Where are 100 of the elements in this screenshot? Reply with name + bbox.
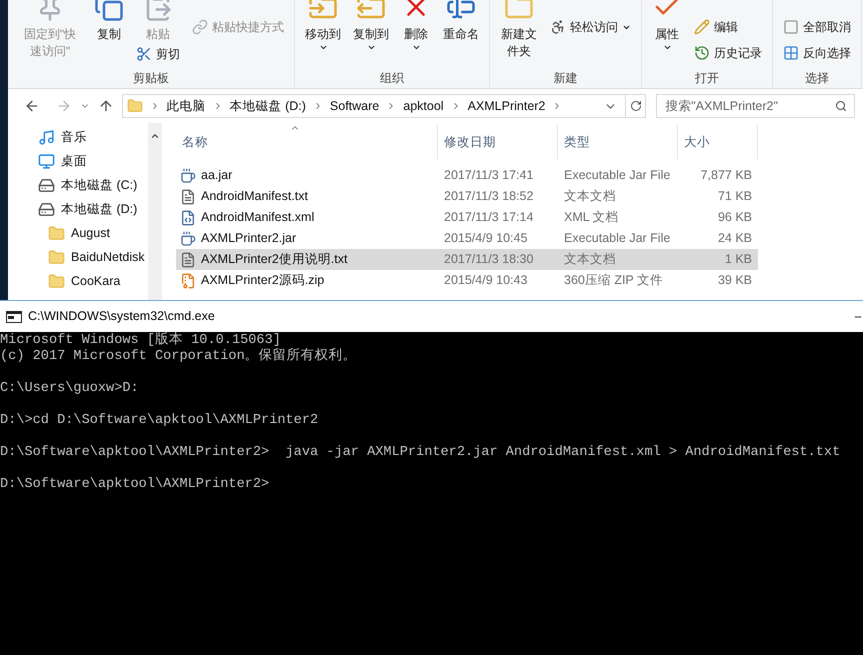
- table-cell-text: 文本文档: [563, 188, 617, 206]
- table-cell-text: 39 KB: [716, 272, 753, 290]
- up-icon[interactable]: [98, 98, 114, 114]
- nav-item[interactable]: 桌面: [8, 149, 148, 173]
- xml-file-icon: [180, 210, 196, 226]
- ribbon-button[interactable]: 历史记录: [690, 42, 766, 64]
- ribbon-button[interactable]: 反向选择: [779, 42, 855, 64]
- ribbon-button[interactable]: 删除: [397, 0, 435, 52]
- pencil-icon: [694, 19, 710, 35]
- folder-icon: [48, 248, 65, 266]
- monitor-icon: [38, 152, 55, 170]
- group-label: 新建: [554, 70, 578, 87]
- table-cell-text: 2017/11/3 18:52: [443, 188, 534, 206]
- ribbon-button[interactable]: 复制到: [349, 0, 393, 52]
- group-label: 打开: [695, 70, 719, 87]
- text-file-icon: [180, 252, 196, 268]
- ribbon-button[interactable]: 新建文件夹: [496, 0, 542, 60]
- file-row[interactable]: AXMLPrinter2源码.zip 2015/4/9 10:43 360压缩 ZIP 文件 39 KB: [176, 270, 758, 291]
- table-cell-text: 2017/11/3 17:14: [443, 209, 534, 226]
- table-cell-text: Executable Jar File: [563, 167, 672, 184]
- breadcrumb[interactable]: Software: [330, 96, 380, 116]
- ribbon-button[interactable]: 剪切: [132, 43, 184, 65]
- ribbon-button[interactable]: 轻松访问: [546, 16, 635, 38]
- accessibility-icon: [550, 19, 566, 35]
- folder-icon: [48, 224, 65, 242]
- file-row[interactable]: AndroidManifest.txt 2017/11/3 18:52 文本文档 71 KB: [176, 186, 758, 207]
- breadcrumb[interactable]: AXMLPrinter2: [468, 96, 546, 116]
- table-cell-text: 2015/4/9 10:45: [443, 230, 528, 248]
- nav-item[interactable]: CooKara: [8, 269, 148, 293]
- breadcrumb[interactable]: 此电脑: [166, 96, 206, 116]
- table-cell-text: XML 文档: [563, 209, 620, 226]
- console-line: Microsoft Windows [版本 10.0.15063]: [0, 333, 281, 348]
- table-cell-text: 360压缩 ZIP 文件: [563, 272, 664, 290]
- group-label: 剪贴板: [133, 70, 169, 87]
- ribbon-button[interactable]: 重命名: [439, 0, 483, 43]
- table-cell-text: 1 KB: [724, 251, 753, 268]
- jar-file-icon: [180, 168, 196, 184]
- console-line: D:\>cd D:\Software\apktool\AXMLPrinter2: [0, 413, 318, 429]
- archive-icon: [180, 272, 196, 288]
- history-icon: [694, 45, 710, 61]
- grid-icon: [783, 45, 799, 61]
- console-line: C:\Users\guoxw>D:: [0, 381, 139, 397]
- folder-icon: [48, 272, 65, 290]
- table-cell-text: 24 KB: [716, 230, 753, 248]
- select-none-icon: [783, 19, 799, 35]
- jar-file-icon: [180, 230, 196, 246]
- drive-icon: [38, 200, 55, 218]
- copy-icon: [94, 0, 124, 22]
- ribbon-button[interactable]: 编辑: [690, 16, 766, 38]
- nav-item[interactable]: BaiduNetdisk: [8, 245, 148, 269]
- file-row[interactable]: AXMLPrinter2.jar 2015/4/9 10:45 Executable Jar File 24 KB: [176, 228, 758, 249]
- nav-item[interactable]: August: [8, 221, 148, 245]
- file-name: aa.jar: [201, 167, 232, 184]
- file-name: AXMLPrinter2源码.zip: [201, 272, 324, 290]
- table-cell-text: 71 KB: [716, 188, 753, 206]
- column-header[interactable]: 类型: [558, 125, 678, 159]
- console-icon: [6, 310, 22, 322]
- back-icon[interactable]: [24, 98, 40, 114]
- table-cell-text: 2015/4/9 10:43: [443, 272, 528, 290]
- console-line: (c) 2017 Microsoft Corporation。保留所有权利。: [0, 349, 357, 365]
- address-bar[interactable]: 此电脑 本地磁盘 (D:) Software apktool AXMLPrinter2: [122, 94, 646, 118]
- search-icon: [834, 100, 847, 112]
- table-cell-text: 96 KB: [716, 209, 753, 226]
- table-cell-text: 7,877 KB: [700, 167, 753, 184]
- ribbon-button[interactable]: 属性: [648, 0, 686, 52]
- column-header[interactable]: 修改日期: [438, 125, 558, 159]
- column-header[interactable]: 大小: [678, 125, 758, 159]
- console-line: D:\Software\apktool\AXMLPrinter2> java -jar AXMLPrinter2.jar AndroidManifest.xml > AndroidManifest.txt: [0, 445, 840, 461]
- column-header[interactable]: 名称: [176, 125, 438, 159]
- nav-item[interactable]: 本地磁盘 (D:): [8, 197, 148, 221]
- nav-item[interactable]: 音乐: [8, 125, 148, 149]
- table-cell-text: 2017/11/3 17:41: [443, 167, 534, 184]
- group-label: 选择: [805, 70, 829, 87]
- file-row[interactable]: AndroidManifest.xml 2017/11/3 17:14 XML 文档 96 KB: [176, 207, 758, 228]
- folder-icon: [126, 98, 143, 114]
- ribbon-button[interactable]: 全部取消: [779, 16, 855, 38]
- scrollbar[interactable]: [148, 123, 162, 300]
- file-name: AndroidManifest.txt: [201, 188, 308, 206]
- group-label: 组织: [380, 70, 404, 87]
- file-name: AXMLPrinter2使用说明.txt: [201, 251, 348, 268]
- music-note-icon: [38, 128, 55, 146]
- drive-icon: [38, 176, 55, 194]
- breadcrumb[interactable]: apktool: [403, 96, 444, 116]
- file-row[interactable]: aa.jar 2017/11/3 17:41 Executable Jar File 7,877 KB: [176, 165, 758, 186]
- file-name: AndroidManifest.xml: [201, 209, 314, 226]
- file-row[interactable]: AXMLPrinter2使用说明.txt 2017/11/3 18:30 文本文档 1 KB: [176, 249, 758, 270]
- ribbon-button[interactable]: 复制: [90, 0, 128, 43]
- nav-item[interactable]: 本地磁盘 (C:): [8, 173, 148, 197]
- ribbon-button[interactable]: 移动到: [301, 0, 345, 52]
- scissors-icon: [136, 46, 152, 62]
- table-cell-text: Executable Jar File: [563, 230, 672, 248]
- search-field[interactable]: 搜索"AXMLPrinter2": [656, 94, 855, 118]
- scroll-up-icon[interactable]: [150, 131, 160, 141]
- table-cell-text: 文本文档: [563, 251, 617, 268]
- table-cell-text: 2017/11/3 18:30: [443, 251, 534, 268]
- breadcrumb[interactable]: 本地磁盘 (D:): [230, 96, 306, 116]
- file-name: AXMLPrinter2.jar: [201, 230, 296, 248]
- window-title: C:\WINDOWS\system32\cmd.exe: [28, 308, 215, 326]
- console-line: D:\Software\apktool\AXMLPrinter2>: [0, 477, 270, 493]
- refresh-icon: [630, 100, 642, 112]
